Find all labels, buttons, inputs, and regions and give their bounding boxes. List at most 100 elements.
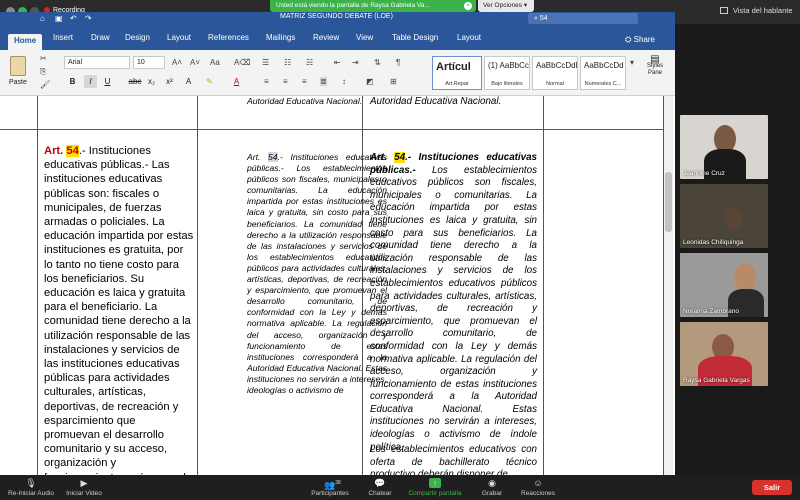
grow-font-icon[interactable]: A˄ [172, 58, 182, 67]
participant-video [734, 263, 756, 291]
pilcrow-icon[interactable]: ¶ [396, 58, 400, 67]
font-color-icon[interactable]: A [230, 75, 243, 88]
highlight-icon[interactable]: ✎ [203, 75, 216, 88]
unmute-button[interactable]: 🎙 Re-Iniciar Audio [4, 478, 58, 497]
change-case-icon[interactable]: Aa [210, 58, 220, 67]
leave-button[interactable]: Salir [752, 480, 792, 495]
align-right-icon[interactable]: ≡ [302, 77, 307, 86]
align-left-icon[interactable]: ≡ [264, 77, 269, 86]
cut-icon[interactable]: ✂ [40, 54, 47, 63]
superscript-button[interactable]: x² [163, 75, 176, 88]
participant-video [724, 208, 742, 230]
share-screen-button[interactable]: ↑ Compartir pantalla [402, 478, 468, 497]
share-screen-icon: ↑ [429, 478, 441, 488]
style-normal[interactable]: AaBbCcDdEe Normal [532, 56, 578, 90]
vertical-scrollbar[interactable] [664, 96, 673, 475]
search-box[interactable]: ⌕ 54 [528, 13, 638, 24]
table-border [0, 129, 664, 130]
redo-icon[interactable]: ↷ [85, 14, 92, 23]
italic-button[interactable]: I [84, 75, 97, 88]
shrink-font-icon[interactable]: A˅ [190, 58, 200, 67]
numbering-icon[interactable]: ☷ [284, 58, 291, 67]
style-art-repar[interactable]: Artícul Art.Repar [432, 56, 482, 90]
align-center-icon[interactable]: ≡ [283, 77, 288, 86]
tab-mailings[interactable]: Mailings [263, 30, 298, 46]
increase-indent-icon[interactable]: ⇥ [352, 58, 359, 67]
line-spacing-icon[interactable]: ↕ [342, 77, 346, 86]
styles-pane-icon: ▤ [650, 54, 660, 65]
cell-article-original[interactable]: Art. 54.- Instituciones educativas públi… [44, 144, 194, 475]
decrease-indent-icon[interactable]: ⇤ [334, 58, 341, 67]
clear-formatting-icon[interactable]: A⌫ [234, 58, 251, 67]
reactions-icon: ☺ [533, 478, 543, 488]
tab-home[interactable]: Home [8, 34, 43, 50]
tab-references[interactable]: References [205, 30, 252, 46]
participant-tile[interactable]: Noralma Zambrano [680, 253, 768, 317]
paste-button[interactable]: Paste [9, 79, 27, 86]
tab-design[interactable]: Design [122, 30, 153, 46]
record-button[interactable]: ◉ Grabar [476, 478, 508, 497]
close-share-icon[interactable]: × [464, 2, 472, 10]
participants-icon: 👥38 [324, 480, 341, 490]
participant-tile[interactable]: Leonidas Chiliquinga [680, 184, 768, 248]
word-title-bar: ⌂ ▣ ↶ ↷ MATRIZ SEGUNDO DEBATE (LOE) ⌕ 54 [0, 12, 675, 26]
tab-table-layout[interactable]: Layout [454, 30, 484, 46]
subscript-button[interactable]: x₂ [145, 75, 158, 88]
save-icon[interactable]: ▣ [55, 14, 63, 23]
table-border [37, 96, 38, 475]
font-size-select[interactable]: 10 [133, 56, 165, 69]
scrollbar-thumb[interactable] [665, 172, 672, 232]
table-border [197, 96, 198, 475]
cell-article-final[interactable]: Art. 54.- Instituciones educativas públi… [370, 152, 537, 454]
document-canvas[interactable]: Autoridad Educativa Nacional. Autoridad … [0, 96, 673, 475]
screen-share-banner: Usted está viendo la pantalla de Raysa G… [270, 0, 476, 12]
speaker-view-button[interactable]: Vista del hablante [720, 6, 793, 15]
grid-icon [720, 7, 728, 14]
chevron-down-icon[interactable]: ▾ [630, 58, 634, 67]
cell-top-mid[interactable]: Autoridad Educativa Nacional. [247, 96, 387, 107]
cell-article-proposal[interactable]: Art. 54.- Instituciones educativas públi… [247, 152, 387, 396]
table-border [543, 96, 544, 475]
record-icon: ◉ [488, 478, 496, 488]
tab-insert[interactable]: Insert [50, 30, 76, 46]
ribbon-home: Paste ✂ ⎘ 🖌 Arial 10 A˄ A˅ Aa A⌫ B I U a… [0, 50, 675, 96]
underline-button[interactable]: U [101, 75, 114, 88]
font-name-select[interactable]: Arial [64, 56, 130, 69]
tab-draw[interactable]: Draw [88, 30, 113, 46]
shading-icon[interactable]: ◩ [366, 77, 374, 86]
multilevel-list-icon[interactable]: ☵ [306, 58, 313, 67]
share-button[interactable]: ⛭ Share [625, 35, 655, 45]
participant-tile[interactable]: Jeannine Cruz [680, 115, 768, 179]
ribbon-tabs: Home Insert Draw Design Layout Reference… [0, 26, 675, 50]
participant-tiles: Jeannine Cruz Leonidas Chiliquinga Noral… [676, 24, 800, 475]
text-effects-icon[interactable]: A [182, 75, 195, 88]
style-numerales[interactable]: AaBbCcDd Numerales C... [580, 56, 626, 90]
copy-icon[interactable]: ⎘ [40, 67, 46, 77]
cell-top-right[interactable]: Autoridad Educativa Nacional. [370, 96, 537, 109]
borders-icon[interactable]: ⊞ [390, 77, 397, 86]
bold-button[interactable]: B [66, 75, 79, 88]
bullets-icon[interactable]: ☰ [262, 58, 269, 67]
justify-icon[interactable]: ≣ [320, 77, 327, 86]
chat-icon: 💬 [374, 478, 386, 488]
sort-icon[interactable]: ⇅ [374, 58, 381, 67]
tab-layout[interactable]: Layout [164, 30, 194, 46]
tab-review[interactable]: Review [310, 30, 342, 46]
cell-article-final-cont[interactable]: Los establecimientos educativos con ofer… [370, 444, 537, 475]
styles-pane-button[interactable]: ▤ Styles Pane [640, 54, 670, 77]
home-icon[interactable]: ⌂ [40, 14, 45, 23]
undo-icon[interactable]: ↶ [70, 14, 77, 23]
participant-tile[interactable]: Raysa Gabriela Vargas [680, 322, 768, 386]
start-video-button[interactable]: ▶ Iniciar Video [62, 478, 106, 497]
zoom-toolbar: 🎙 Re-Iniciar Audio ▶ Iniciar Video 👥38 Part… [0, 475, 800, 500]
format-painter-icon[interactable]: 🖌 [40, 80, 50, 89]
tab-table-design[interactable]: Table Design [389, 30, 441, 46]
reactions-button[interactable]: ☺ Reacciones [516, 478, 560, 497]
paste-icon[interactable] [10, 56, 26, 76]
chat-button[interactable]: 💬 Chatear [362, 478, 398, 497]
participants-button[interactable]: 👥38 Participantes [304, 478, 356, 497]
style-bajo-literales[interactable]: (1) AaBbCcI Bajo literales [484, 56, 530, 90]
view-options-button[interactable]: Ver Opciones ▾ [478, 0, 534, 12]
tab-view[interactable]: View [353, 30, 376, 46]
strikethrough-button[interactable]: abc [126, 75, 144, 88]
